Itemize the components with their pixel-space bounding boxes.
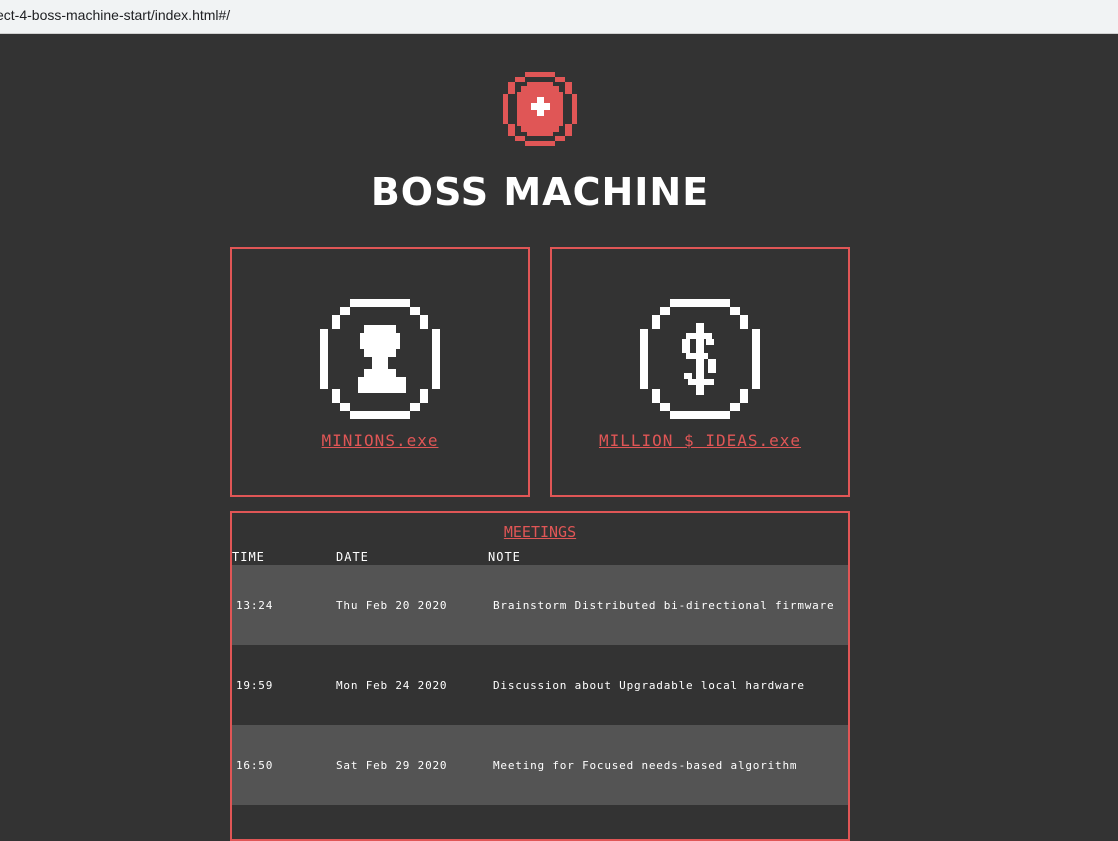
meeting-date: Thu Feb 20 2020 (336, 599, 448, 612)
meeting-note: Brainstorm Distributed bi-directional fi… (493, 599, 835, 612)
browser-address-bar[interactable]: ect-4-boss-machine-start/index.html#/ (0, 0, 1118, 34)
column-header-time: TIME (232, 550, 265, 564)
meetings-title-link[interactable]: MEETINGS (232, 523, 848, 541)
boss-machine-logo-icon (503, 72, 577, 146)
meeting-time: 13:24 (236, 599, 274, 612)
meeting-row[interactable]: 13:24 Thu Feb 20 2020 Brainstorm Distrib… (232, 565, 848, 645)
column-header-note: NOTE (488, 550, 521, 564)
meeting-time: 19:59 (236, 679, 274, 692)
meeting-date: Sat Feb 29 2020 (336, 759, 448, 772)
dollar-icon (640, 299, 760, 419)
column-header-date: DATE (336, 550, 369, 564)
ideas-link[interactable]: MILLION $ IDEAS.exe (552, 431, 848, 450)
meeting-note: Meeting for Focused needs-based algorith… (493, 759, 798, 772)
ideas-card[interactable]: MILLION $ IDEAS.exe (550, 247, 850, 497)
meeting-date: Mon Feb 24 2020 (336, 679, 448, 692)
minion-icon (320, 299, 440, 419)
meetings-panel: MEETINGS TIME DATE NOTE 13:24 Thu Feb 20… (230, 511, 850, 841)
minions-card[interactable]: MINIONS.exe (230, 247, 530, 497)
minions-link[interactable]: MINIONS.exe (232, 431, 528, 450)
meeting-row[interactable]: 19:59 Mon Feb 24 2020 Discussion about U… (232, 645, 848, 725)
url-text[interactable]: ect-4-boss-machine-start/index.html#/ (0, 7, 230, 23)
meeting-row[interactable]: 16:50 Sat Feb 29 2020 Meeting for Focuse… (232, 725, 848, 805)
meeting-time: 16:50 (236, 759, 274, 772)
page-title: BOSS MACHINE (370, 170, 710, 214)
meeting-note: Discussion about Upgradable local hardwa… (493, 679, 805, 692)
